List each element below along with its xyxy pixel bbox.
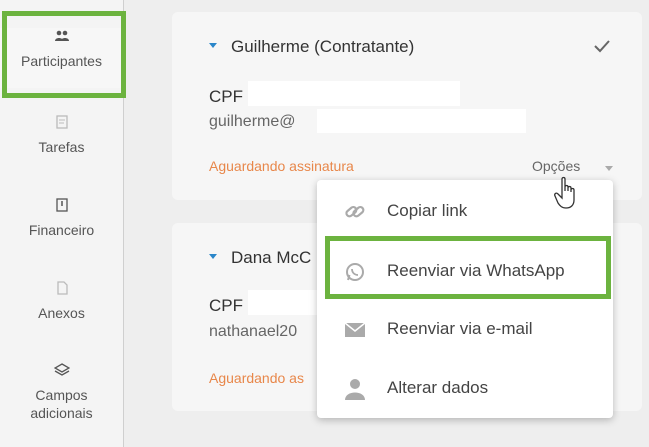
participant-email: nathanael20 [209,323,298,340]
menu-item-label: Copiar link [387,201,468,220]
finance-icon [55,198,68,212]
attachment-icon [56,281,68,295]
options-button[interactable]: Opções [532,158,580,174]
status-label: Aguardando assinatura [209,158,354,174]
mail-icon [344,322,366,337]
menu-item-edit-data[interactable]: Alterar dados [317,365,613,411]
status-label: Aguardando as [209,370,304,386]
user-icon [345,379,365,400]
sidebar-item-label: adicionais [30,405,93,421]
sidebar-item-label: Campos [35,387,88,403]
menu-item-resend-whatsapp[interactable]: Reenviar via WhatsApp [317,248,613,294]
layers-icon [53,363,70,376]
participant-card: Guilherme (Contratante) CPF guilherme@ A… [172,12,642,200]
sidebar-item-label: Participantes [21,53,102,69]
whatsapp-icon [346,263,364,281]
participants-icon [54,30,69,41]
check-icon [594,40,610,53]
participant-name: Guilherme (Contratante) [231,37,415,56]
menu-item-label: Alterar dados [387,378,489,397]
redacted-email [317,109,526,133]
chevron-down-icon[interactable] [605,166,613,171]
menu-item-resend-email[interactable]: Reenviar via e-mail [317,306,613,352]
caret-down-icon[interactable] [209,43,217,48]
participant-email: guilherme@ [209,113,296,130]
sidebar: Participantes Tarefas Financeiro Anexos … [0,0,124,447]
link-icon [345,205,365,218]
cpf-label: CPF [209,87,243,106]
sidebar-item-anexos[interactable]: Anexos [0,280,123,322]
options-dropdown: Copiar link Reenviar via WhatsApp Reenvi… [317,180,613,418]
menu-item-label: Reenviar via WhatsApp [387,261,565,280]
sidebar-item-label: Tarefas [38,139,85,155]
hand-cursor-icon [554,176,575,209]
redacted-cpf [248,290,328,315]
redacted-cpf [248,81,460,106]
sidebar-item-label: Anexos [38,305,85,321]
sidebar-item-tarefas[interactable]: Tarefas [0,114,123,156]
tasks-icon [55,115,68,129]
participant-name: Dana McC [231,248,312,267]
menu-item-label: Reenviar via e-mail [387,319,533,338]
sidebar-item-label: Financeiro [28,222,95,238]
caret-down-icon[interactable] [209,254,217,259]
sidebar-item-financeiro[interactable]: Financeiro [0,197,123,239]
cpf-label: CPF [209,296,243,315]
sidebar-item-participantes[interactable]: Participantes [0,28,123,88]
sidebar-item-campos-adicionais[interactable]: Campos adicionais [0,362,123,422]
